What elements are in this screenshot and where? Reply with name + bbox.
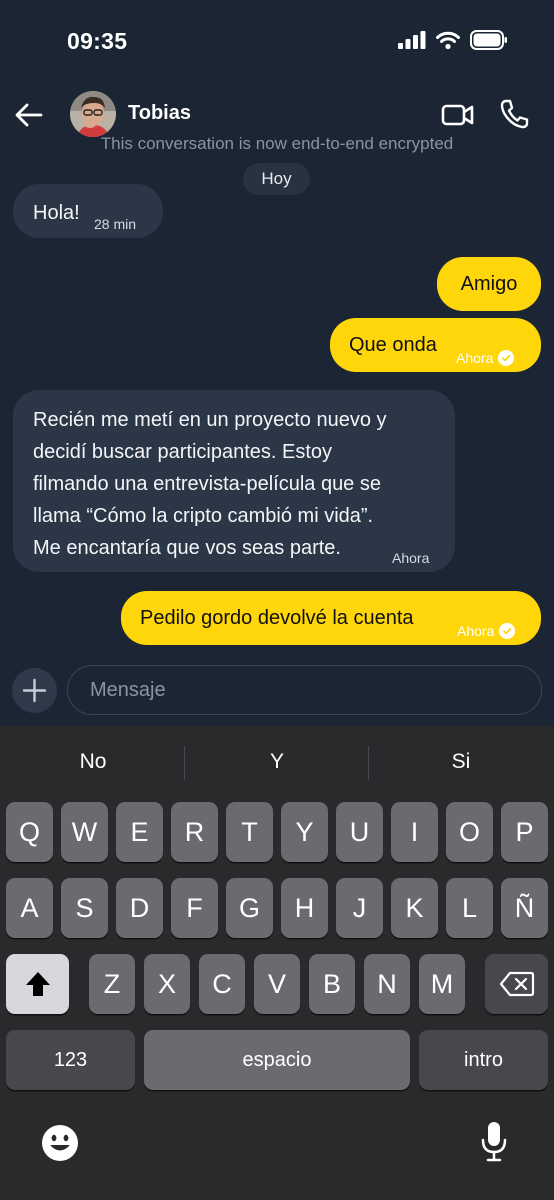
key-j[interactable]: J: [336, 878, 383, 938]
status-bar: 09:35: [0, 0, 554, 84]
backspace-icon: [499, 971, 534, 997]
encryption-notice: This conversation is now end-to-end encr…: [100, 137, 454, 153]
key-i[interactable]: I: [391, 802, 438, 862]
space-key[interactable]: espacio: [144, 1030, 410, 1090]
microphone-icon[interactable]: [479, 1120, 509, 1164]
key-a[interactable]: A: [6, 878, 53, 938]
message-composer: [0, 660, 554, 726]
phone-icon[interactable]: [499, 98, 529, 130]
message-text-line: decidí buscar participantes. Estoy: [33, 441, 333, 463]
attach-button[interactable]: [12, 668, 57, 713]
message-time: Ahora: [456, 350, 494, 366]
return-key[interactable]: intro: [419, 1030, 548, 1090]
key-r[interactable]: R: [171, 802, 218, 862]
shift-key[interactable]: [6, 954, 69, 1014]
message-time: Ahora: [457, 623, 495, 639]
date-chip: Hoy: [243, 163, 310, 195]
key-l[interactable]: L: [446, 878, 493, 938]
avatar[interactable]: [70, 91, 116, 137]
suggestion-divider: [368, 746, 369, 780]
status-icons: [398, 30, 508, 50]
battery-icon: [470, 30, 507, 50]
key-v[interactable]: V: [254, 954, 300, 1014]
shift-icon: [25, 972, 50, 996]
delete-key[interactable]: [485, 954, 548, 1014]
message-text-line: filmando una entrevista-película que se: [33, 473, 381, 495]
key-z[interactable]: Z: [89, 954, 135, 1014]
read-check-icon: [498, 350, 515, 366]
emoji-icon[interactable]: [40, 1123, 80, 1163]
message-status: Ahora: [457, 616, 516, 646]
key-g[interactable]: G: [226, 878, 273, 938]
key-f[interactable]: F: [171, 878, 218, 938]
key-y[interactable]: Y: [281, 802, 328, 862]
key-u[interactable]: U: [336, 802, 383, 862]
key-h[interactable]: H: [281, 878, 328, 938]
suggestion-3[interactable]: Si: [401, 750, 521, 774]
message-text: Amigo: [460, 273, 518, 295]
key-c[interactable]: C: [199, 954, 245, 1014]
numbers-key[interactable]: 123: [6, 1030, 135, 1090]
key-m[interactable]: M: [419, 954, 465, 1014]
message-bubble-outgoing[interactable]: Que onda Ahora: [330, 318, 541, 372]
plus-icon: [22, 678, 47, 703]
key-n[interactable]: N: [364, 954, 410, 1014]
key-p[interactable]: P: [501, 802, 548, 862]
message-bubble-incoming[interactable]: Hola! 28 min: [13, 184, 163, 238]
message-text: Que onda: [349, 334, 437, 356]
message-bubble-outgoing[interactable]: Amigo: [437, 257, 541, 311]
message-input[interactable]: [67, 665, 542, 715]
suggestion-divider: [184, 746, 185, 780]
key-x[interactable]: X: [144, 954, 190, 1014]
suggestion-1[interactable]: No: [33, 750, 153, 774]
cellular-signal-icon: [398, 31, 426, 49]
message-time: 28 min: [94, 216, 137, 232]
key-o[interactable]: O: [446, 802, 493, 862]
message-text: Hola!: [33, 202, 80, 224]
message-bubble-outgoing[interactable]: Pedilo gordo devolvé la cuenta Ahora: [121, 591, 541, 645]
key-k[interactable]: K: [391, 878, 438, 938]
message-bubble-incoming[interactable]: Recién me metí en un proyecto nuevo y de…: [13, 390, 455, 572]
message-text: Pedilo gordo devolvé la cuenta: [140, 607, 414, 629]
key-e[interactable]: E: [116, 802, 163, 862]
wifi-icon: [436, 31, 460, 49]
message-text-line: Recién me metí en un proyecto nuevo y: [33, 409, 387, 431]
keyboard: No Y Si Q W E R T Y U I O P A S D F G H …: [0, 726, 554, 1200]
key-enye[interactable]: Ñ: [501, 878, 548, 938]
key-s[interactable]: S: [61, 878, 108, 938]
message-time: Ahora: [392, 550, 430, 566]
read-check-icon: [499, 623, 516, 639]
key-q[interactable]: Q: [6, 802, 53, 862]
suggestion-2[interactable]: Y: [217, 750, 337, 774]
message-status: Ahora: [456, 343, 515, 373]
contact-name[interactable]: Tobias: [128, 102, 191, 125]
key-w[interactable]: W: [61, 802, 108, 862]
arrow-left-icon[interactable]: [14, 100, 44, 130]
status-time: 09:35: [67, 28, 128, 54]
key-t[interactable]: T: [226, 802, 273, 862]
message-text-line: Me encantaría que vos seas parte.: [33, 537, 341, 559]
key-d[interactable]: D: [116, 878, 163, 938]
key-b[interactable]: B: [309, 954, 355, 1014]
message-text-line: llama “Cómo la cripto cambió mi vida”.: [33, 505, 374, 527]
video-camera-icon[interactable]: [441, 101, 475, 129]
